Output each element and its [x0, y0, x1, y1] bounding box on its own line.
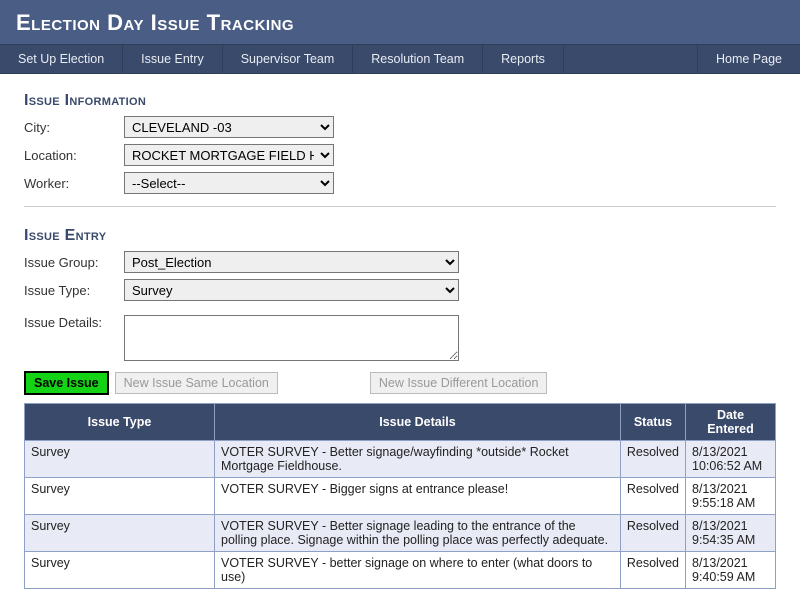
cell-issue-type: Survey: [25, 552, 215, 589]
row-issue-details: Issue Details:: [24, 315, 776, 361]
nav-home-page[interactable]: Home Page: [697, 45, 800, 73]
cell-status: Resolved: [620, 515, 685, 552]
app-title: Election Day Issue Tracking: [16, 10, 784, 36]
issue-type-label: Issue Type:: [24, 283, 124, 298]
cell-issue-details: VOTER SURVEY - Better signage/wayfinding…: [215, 441, 621, 478]
row-issue-type: Issue Type: Survey: [24, 279, 776, 301]
issue-details-textarea[interactable]: [124, 315, 459, 361]
cell-date: 8/13/2021 10:06:52 AM: [686, 441, 776, 478]
worker-select[interactable]: --Select--: [124, 172, 334, 194]
cell-status: Resolved: [620, 441, 685, 478]
row-location: Location: ROCKET MORTGAGE FIELD HOUSE: [24, 144, 776, 166]
section-title-issue-info: Issue Information: [24, 92, 776, 110]
worker-label: Worker:: [24, 176, 124, 191]
city-label: City:: [24, 120, 124, 135]
cell-issue-details: VOTER SURVEY - Better signage leading to…: [215, 515, 621, 552]
cell-issue-type: Survey: [25, 441, 215, 478]
row-worker: Worker: --Select--: [24, 172, 776, 194]
cell-issue-details: VOTER SURVEY - Bigger signs at entrance …: [215, 478, 621, 515]
nav-set-up-election[interactable]: Set Up Election: [0, 45, 123, 73]
save-issue-button[interactable]: Save Issue: [24, 371, 109, 395]
button-row: Save Issue New Issue Same Location New I…: [24, 371, 776, 395]
issue-details-label: Issue Details:: [24, 315, 124, 330]
cell-status: Resolved: [620, 552, 685, 589]
table-row[interactable]: Survey VOTER SURVEY - Better signage lea…: [25, 515, 776, 552]
col-header-status[interactable]: Status: [620, 404, 685, 441]
cell-issue-details: VOTER SURVEY - better signage on where t…: [215, 552, 621, 589]
nav-resolution-team[interactable]: Resolution Team: [353, 45, 483, 73]
location-label: Location:: [24, 148, 124, 163]
cell-issue-type: Survey: [25, 515, 215, 552]
row-issue-group: Issue Group: Post_Election: [24, 251, 776, 273]
new-issue-different-location-button[interactable]: New Issue Different Location: [370, 372, 548, 394]
cell-date: 8/13/2021 9:55:18 AM: [686, 478, 776, 515]
col-header-issue-details[interactable]: Issue Details: [215, 404, 621, 441]
page-body: Issue Information City: CLEVELAND -03 Lo…: [0, 74, 800, 607]
city-select[interactable]: CLEVELAND -03: [124, 116, 334, 138]
row-city: City: CLEVELAND -03: [24, 116, 776, 138]
col-header-date-entered[interactable]: Date Entered: [686, 404, 776, 441]
cell-date: 8/13/2021 9:54:35 AM: [686, 515, 776, 552]
separator: [24, 206, 776, 207]
new-issue-same-location-button[interactable]: New Issue Same Location: [115, 372, 278, 394]
issue-group-select[interactable]: Post_Election: [124, 251, 459, 273]
cell-status: Resolved: [620, 478, 685, 515]
nav-issue-entry[interactable]: Issue Entry: [123, 45, 223, 73]
nav-bar: Set Up Election Issue Entry Supervisor T…: [0, 44, 800, 74]
nav-spacer: [564, 45, 697, 73]
table-row[interactable]: Survey VOTER SURVEY - Better signage/way…: [25, 441, 776, 478]
issue-grid: Issue Type Issue Details Status Date Ent…: [24, 403, 776, 589]
col-header-issue-type[interactable]: Issue Type: [25, 404, 215, 441]
nav-reports[interactable]: Reports: [483, 45, 564, 73]
table-row[interactable]: Survey VOTER SURVEY - Bigger signs at en…: [25, 478, 776, 515]
section-title-issue-entry: Issue Entry: [24, 227, 776, 245]
issue-group-label: Issue Group:: [24, 255, 124, 270]
nav-supervisor-team[interactable]: Supervisor Team: [223, 45, 354, 73]
issue-type-select[interactable]: Survey: [124, 279, 459, 301]
cell-issue-type: Survey: [25, 478, 215, 515]
grid-header-row: Issue Type Issue Details Status Date Ent…: [25, 404, 776, 441]
location-select[interactable]: ROCKET MORTGAGE FIELD HOUSE: [124, 144, 334, 166]
cell-date: 8/13/2021 9:40:59 AM: [686, 552, 776, 589]
table-row[interactable]: Survey VOTER SURVEY - better signage on …: [25, 552, 776, 589]
banner: Election Day Issue Tracking: [0, 0, 800, 44]
